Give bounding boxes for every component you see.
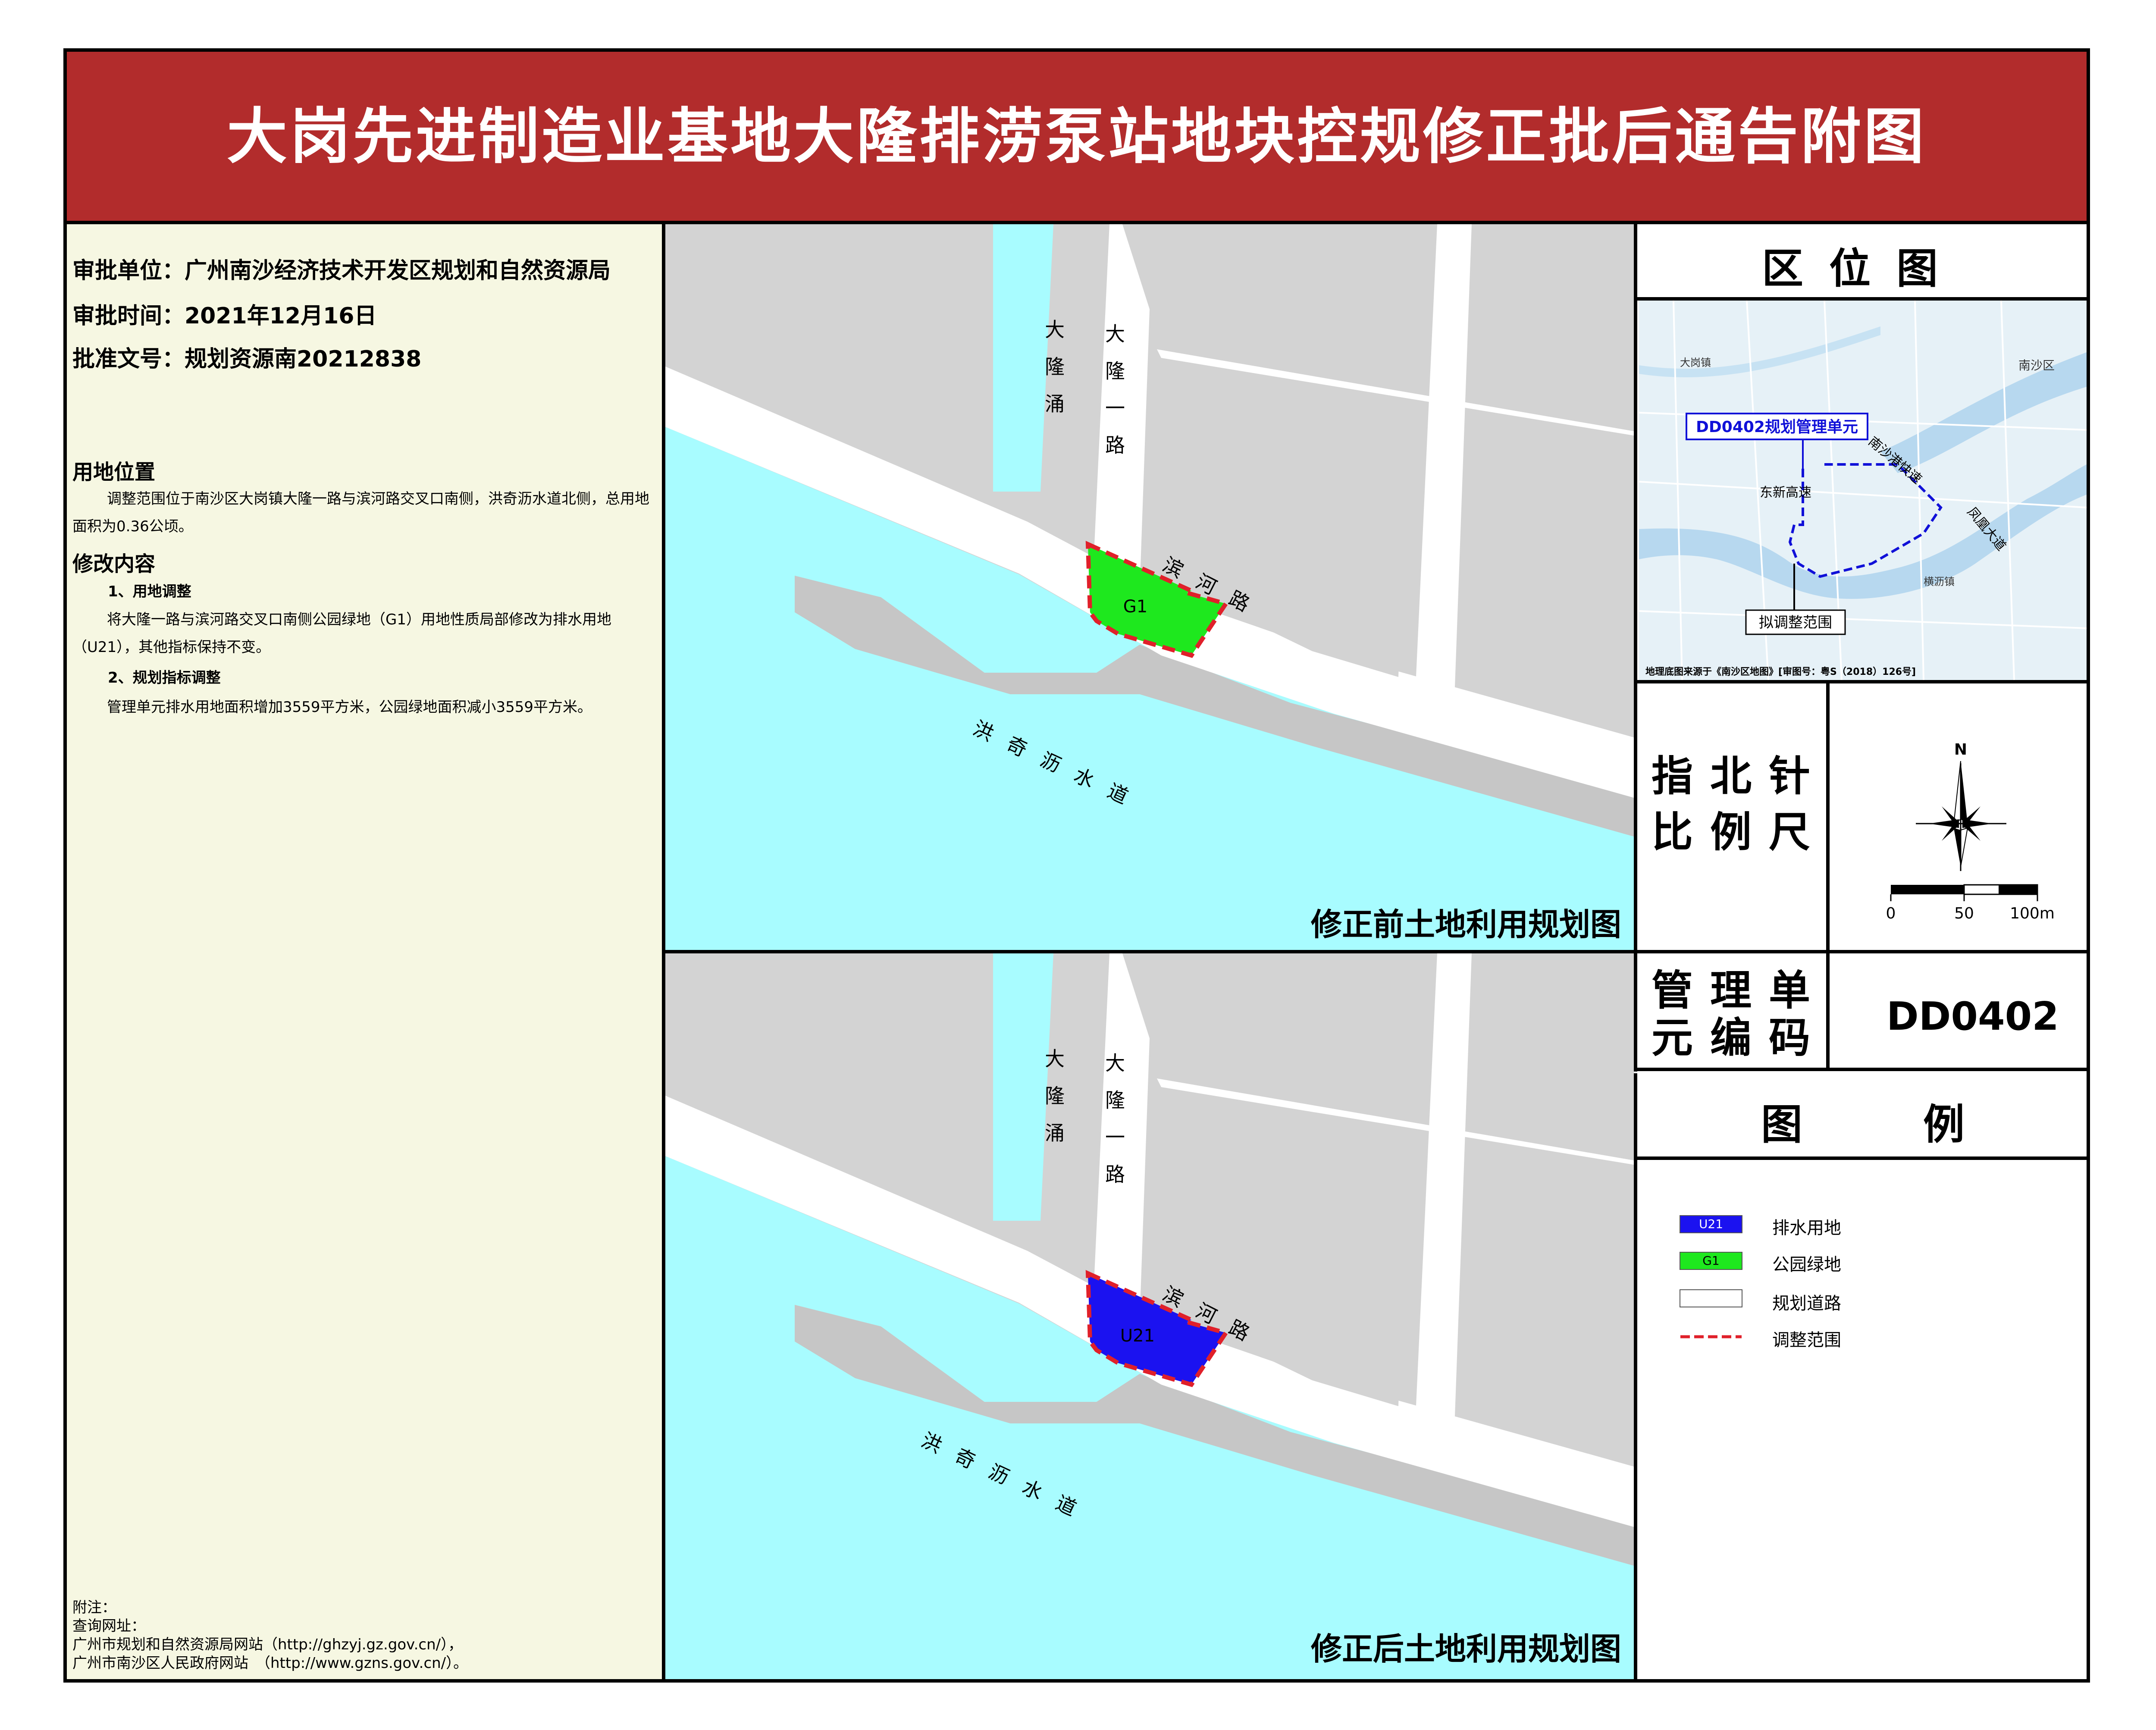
outer-frame [63,48,2090,1683]
sheet: 大岗先进制造业基地大隆排涝泵站地块控规修正批后通告附图 审批单位：广州南沙经济技… [0,0,2156,1730]
